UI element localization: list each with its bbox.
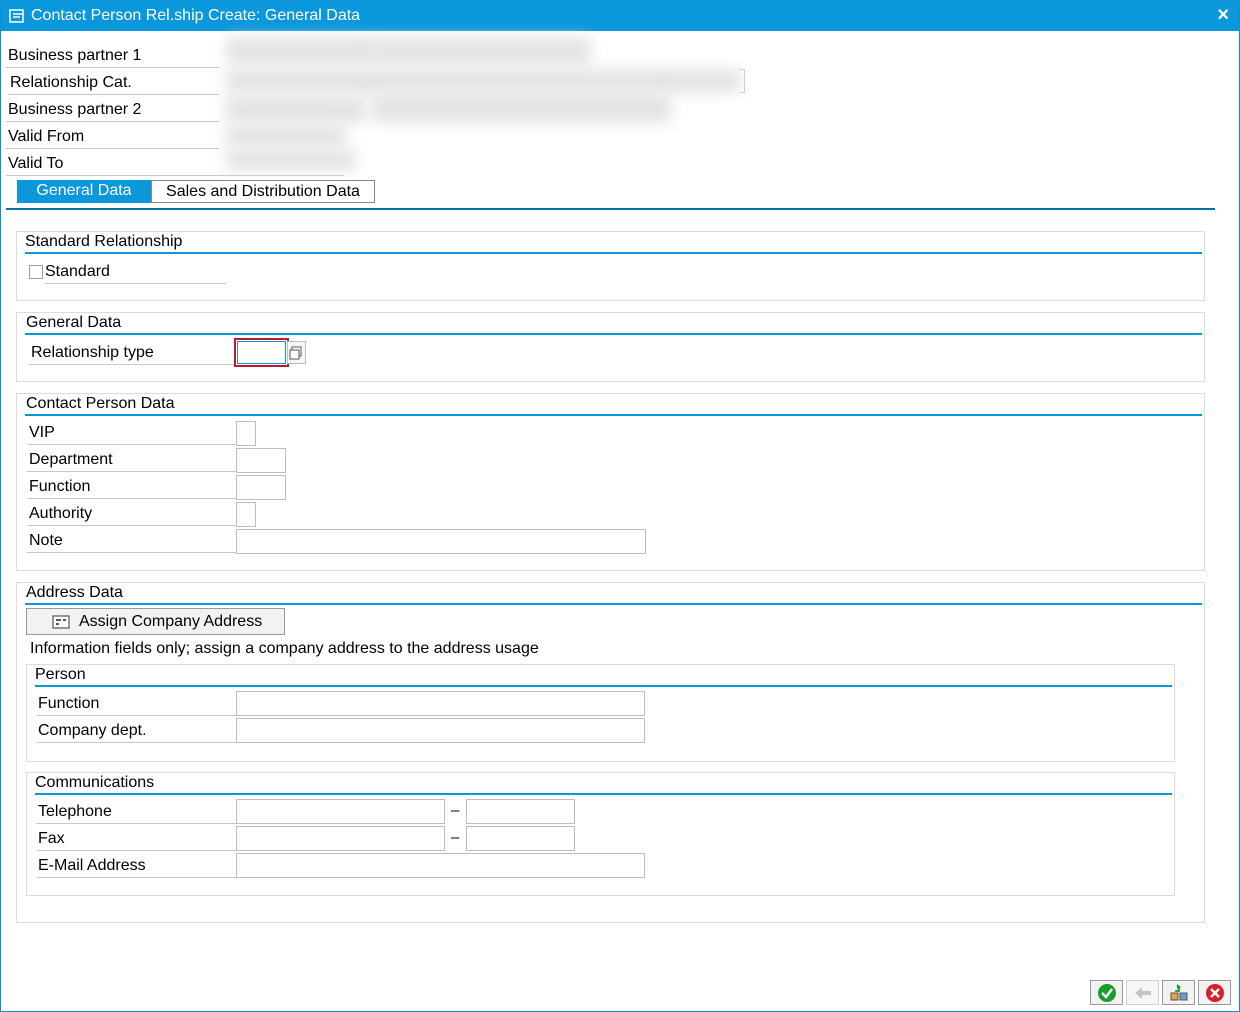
tab-general-data[interactable]: General Data bbox=[17, 180, 151, 203]
general-data-title: General Data bbox=[26, 314, 122, 331]
relcat-field-edge bbox=[739, 69, 745, 93]
transfer-button[interactable] bbox=[1162, 980, 1195, 1005]
transfer-icon bbox=[1170, 984, 1188, 1001]
redacted-valid-from bbox=[226, 125, 346, 147]
company-dept-input[interactable] bbox=[236, 718, 645, 743]
valid-from-label: Valid From bbox=[6, 123, 219, 149]
standard-relationship-group: Standard Relationship Standard bbox=[16, 231, 1205, 301]
redacted-bp1-id bbox=[226, 37, 376, 65]
note-input[interactable] bbox=[236, 529, 646, 554]
group-divider bbox=[25, 414, 1202, 416]
redacted-valid-to bbox=[226, 149, 356, 171]
redacted-bp1-name bbox=[371, 37, 591, 65]
back-button[interactable] bbox=[1126, 980, 1159, 1005]
vip-label: VIP bbox=[27, 419, 237, 445]
tab-sales-distribution[interactable]: Sales and Distribution Data bbox=[151, 180, 375, 203]
telephone-extension-input[interactable] bbox=[466, 799, 575, 824]
communications-subgroup: Communications Telephone – Fax – E-Mail … bbox=[26, 772, 1175, 896]
group-divider bbox=[25, 333, 1202, 335]
address-data-title: Address Data bbox=[26, 584, 123, 601]
group-divider bbox=[35, 685, 1172, 687]
fax-label: Fax bbox=[36, 825, 237, 851]
contact-person-data-title: Contact Person Data bbox=[26, 395, 175, 412]
redacted-bp2-id bbox=[226, 95, 366, 123]
cancel-icon bbox=[1206, 984, 1224, 1002]
person-function-label: Function bbox=[36, 690, 237, 716]
standard-checkbox[interactable] bbox=[29, 265, 43, 279]
redacted-relcat bbox=[226, 69, 741, 93]
address-info-text: Information fields only; assign a compan… bbox=[30, 640, 539, 657]
cancel-button[interactable] bbox=[1198, 980, 1231, 1005]
fax-extension-input[interactable] bbox=[466, 826, 575, 851]
email-label: E-Mail Address bbox=[36, 852, 237, 878]
assign-address-icon bbox=[52, 615, 70, 629]
assign-company-address-label: Assign Company Address bbox=[79, 613, 263, 630]
address-data-group: Address Data Assign Company Address Info… bbox=[16, 582, 1205, 923]
vip-input[interactable] bbox=[236, 421, 256, 446]
person-title: Person bbox=[35, 666, 86, 683]
telephone-input[interactable] bbox=[236, 799, 445, 824]
fax-input[interactable] bbox=[236, 826, 445, 851]
relcat-label: Relationship Cat. bbox=[8, 69, 219, 95]
group-divider bbox=[25, 603, 1202, 605]
function-input[interactable] bbox=[236, 475, 286, 500]
relationship-type-label: Relationship type bbox=[29, 339, 235, 365]
telephone-label: Telephone bbox=[36, 798, 237, 824]
communications-title: Communications bbox=[35, 774, 155, 791]
person-subgroup: Person Function Company dept. bbox=[26, 664, 1175, 762]
person-function-input[interactable] bbox=[236, 691, 645, 716]
dialog-icon bbox=[9, 9, 24, 23]
tab-underline bbox=[6, 208, 1215, 210]
contact-person-data-group: Contact Person Data VIP Department Funct… bbox=[16, 393, 1205, 571]
dialog-window: Contact Person Rel.ship Create: General … bbox=[0, 0, 1240, 1012]
general-data-group: General Data Relationship type bbox=[16, 312, 1205, 382]
confirm-button[interactable] bbox=[1090, 980, 1123, 1005]
department-input[interactable] bbox=[236, 448, 286, 473]
title-bar: Contact Person Rel.ship Create: General … bbox=[1, 1, 1239, 31]
back-icon bbox=[1135, 987, 1151, 999]
close-icon[interactable]: × bbox=[1217, 5, 1229, 25]
relationship-type-input[interactable] bbox=[237, 341, 286, 364]
value-help-button[interactable] bbox=[287, 341, 306, 364]
authority-label: Authority bbox=[27, 500, 237, 526]
function-label: Function bbox=[27, 473, 237, 499]
email-input[interactable] bbox=[236, 853, 645, 878]
note-label: Note bbox=[27, 527, 237, 553]
confirm-icon bbox=[1098, 984, 1116, 1002]
assign-company-address-button[interactable]: Assign Company Address bbox=[26, 608, 285, 635]
fax-separator: – bbox=[451, 829, 460, 846]
value-help-icon bbox=[289, 346, 302, 360]
bp2-label: Business partner 2 bbox=[6, 96, 219, 122]
company-dept-label: Company dept. bbox=[36, 717, 237, 743]
group-divider bbox=[35, 793, 1172, 795]
redacted-bp2-name bbox=[371, 93, 671, 123]
department-label: Department bbox=[27, 446, 237, 472]
window-title: Contact Person Rel.ship Create: General … bbox=[31, 7, 361, 24]
standard-relationship-title: Standard Relationship bbox=[25, 233, 183, 250]
bp1-label: Business partner 1 bbox=[6, 42, 219, 68]
standard-label: Standard bbox=[45, 258, 226, 284]
authority-input[interactable] bbox=[236, 502, 256, 527]
group-divider bbox=[25, 252, 1202, 254]
telephone-separator: – bbox=[451, 802, 460, 819]
